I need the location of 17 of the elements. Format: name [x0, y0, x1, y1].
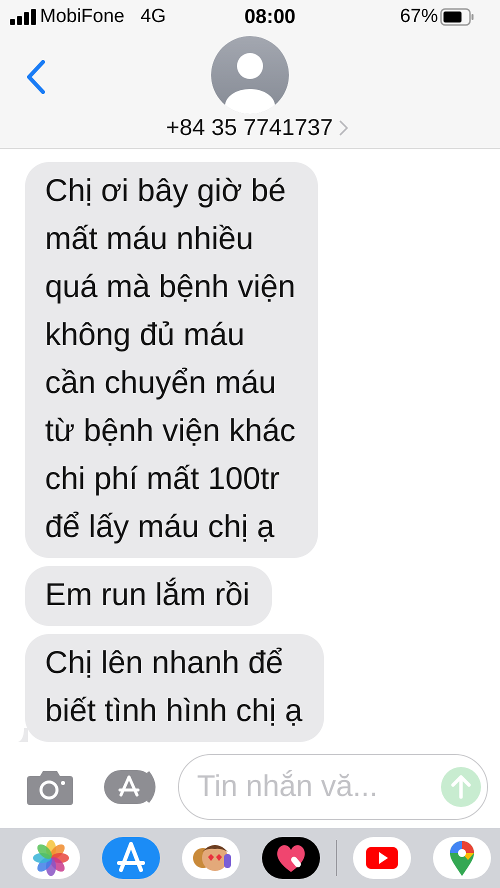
message-bubble: Chị lên nhanh để biết tình hình chị ạ [25, 634, 324, 742]
message-field[interactable]: Tin nhắn vă... [178, 754, 488, 820]
contact-number[interactable]: +84 35 7741737 [166, 114, 333, 141]
signal-icon [10, 9, 36, 25]
battery-icon [440, 8, 474, 26]
message-bubble: Em run lắm rồi [25, 566, 272, 626]
app-button[interactable] [262, 837, 320, 879]
network-type: 4G [140, 6, 166, 28]
app-button[interactable] [182, 837, 240, 879]
carrier-name: MobiFone [40, 6, 124, 28]
back-icon[interactable] [26, 60, 46, 94]
battery-percent: 67% [400, 6, 438, 28]
photos-icon [31, 838, 71, 878]
camera-icon[interactable] [26, 768, 74, 806]
avatar-icon[interactable] [210, 36, 289, 114]
message-bubble: Chị ơi bây giờ bé mất máu nhiều quá mà bệnh viện không đủ máu cần chuyển máu từ bệnh viện khác chi phí mất 100tr để lấy máu chị ạ [25, 162, 318, 558]
clock: 08:00 [244, 6, 296, 28]
